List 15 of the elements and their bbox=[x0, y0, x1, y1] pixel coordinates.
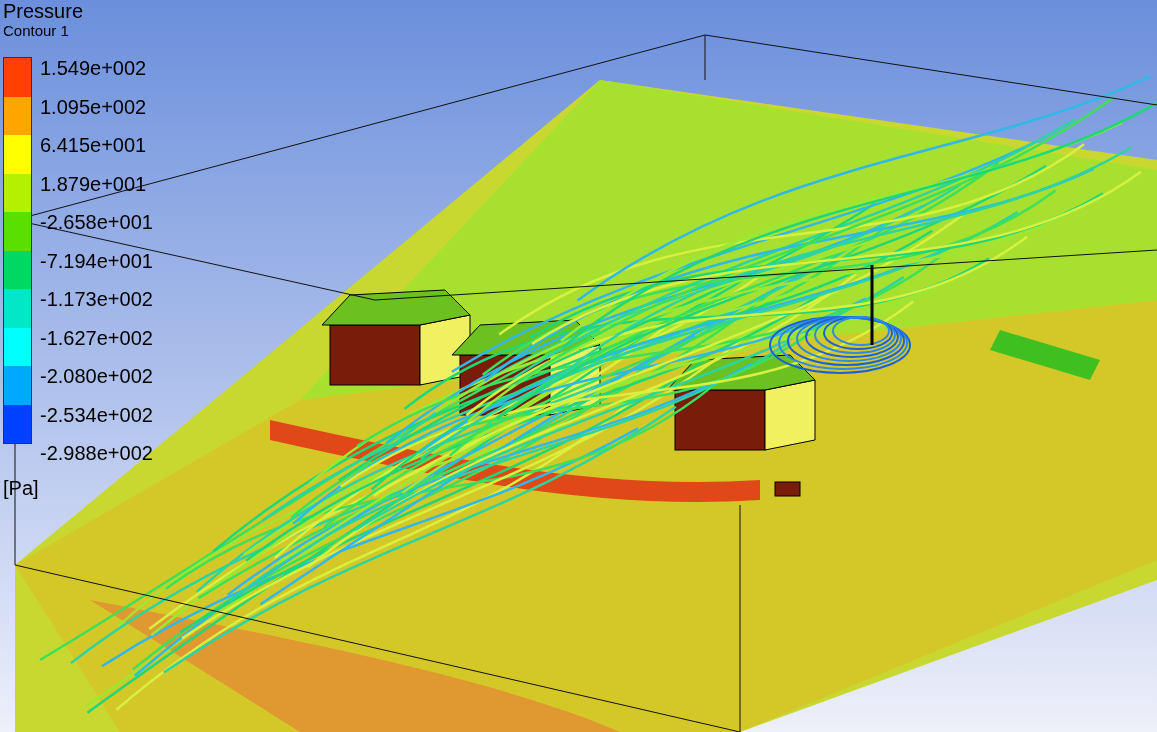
legend-value: 1.095e+002 bbox=[40, 94, 148, 120]
legend-value: -2.658e+001 bbox=[40, 210, 153, 235]
legend-value: 1.879e+001 bbox=[40, 171, 148, 197]
legend-unit: [Pa] bbox=[3, 476, 40, 499]
small-building bbox=[774, 481, 801, 497]
legend-value: 1.549e+002 bbox=[40, 56, 148, 81]
legend-value: -1.627e+002 bbox=[40, 325, 153, 351]
legend-value: -1.173e+002 bbox=[40, 287, 153, 312]
legend-value: 6.415e+001 bbox=[40, 133, 148, 158]
legend-value: -2.534e+002 bbox=[40, 402, 153, 428]
legend-subtitle: Contour 1 bbox=[3, 22, 70, 39]
legend-title: Pressure bbox=[3, 0, 85, 22]
legend-value: -7.194e+001 bbox=[40, 248, 153, 274]
legend-value: -2.080e+002 bbox=[40, 364, 153, 389]
legend-value: -2.988e+002 bbox=[40, 441, 153, 466]
